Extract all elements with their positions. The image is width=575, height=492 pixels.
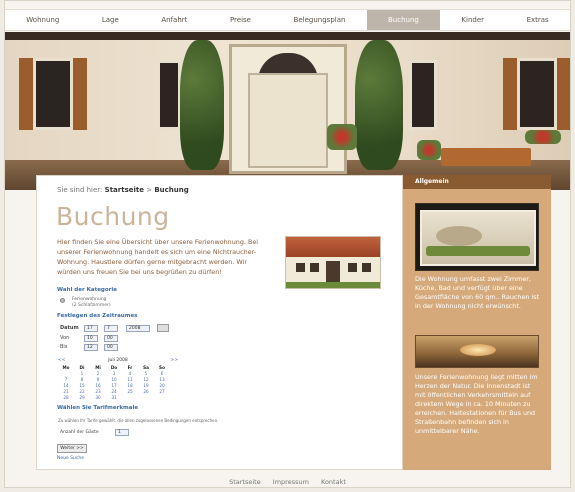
calendar-day[interactable]: 22 [74, 389, 90, 394]
calendar-day[interactable]: 23 [90, 389, 106, 394]
nav-item-buchung[interactable]: Buchung [366, 10, 441, 30]
calendar-day-header: So [159, 365, 165, 370]
from-minute-select[interactable]: 00 [104, 335, 118, 342]
date-day-select[interactable]: 17 [84, 325, 98, 332]
period-heading: Festlegen des Zeitraumes [57, 313, 138, 319]
to-label: Bis [60, 344, 68, 350]
tariff-heading: Wählen Sie Tarifmerkmale [57, 405, 139, 411]
sidebar-text-2: Unsere Ferienwohnung liegt mitten im Her… [415, 373, 538, 435]
reset-link[interactable]: Neue Suche [57, 456, 84, 461]
calendar-day[interactable]: 8 [74, 377, 90, 382]
calendar-day[interactable]: 15 [74, 383, 90, 388]
calendar-prev-link[interactable]: << [58, 358, 66, 363]
main-nav: Wohnung Lage Anfahrt Preise Belegungspla… [5, 9, 570, 31]
calendar-day[interactable]: 13 [154, 377, 170, 382]
nav-item-belegungsplan[interactable]: Belegungsplan [272, 10, 366, 30]
calendar-day[interactable]: 14 [58, 383, 74, 388]
calendar-day[interactable]: 17 [106, 383, 122, 388]
calendar-button[interactable] [157, 324, 169, 332]
calendar-day[interactable]: 31 [106, 395, 122, 400]
calendar-day[interactable]: 1 [74, 371, 90, 376]
weiter-button[interactable]: Weiter >> [57, 444, 87, 453]
guests-label: Anzahl der Gäste [60, 430, 99, 435]
calendar-day[interactable]: 25 [122, 389, 138, 394]
category-option-line1: Ferienwohnung [72, 297, 107, 302]
calendar-day-header: Sa [143, 365, 149, 370]
calendar-day[interactable]: 27 [154, 389, 170, 394]
calendar-next-link[interactable]: >> [170, 358, 178, 363]
calendar-day[interactable]: 26 [138, 389, 154, 394]
calendar-day[interactable]: 5 [138, 371, 154, 376]
from-hour-select[interactable]: 10 [84, 335, 98, 342]
guests-select[interactable]: 1 [115, 429, 129, 436]
calendar-day-header: Do [110, 365, 118, 370]
calendar-day-header: Di [79, 365, 85, 370]
calendar-day[interactable]: 19 [138, 383, 154, 388]
house-thumbnail [285, 236, 381, 289]
calendar-day[interactable]: 30 [90, 395, 106, 400]
calendar-day[interactable]: 2 [90, 371, 106, 376]
calendar: << Juli 2008 >> Mo Di Mi Do Fr Sa So 1 2 3 4 5 6 7 8 9 1… [58, 358, 178, 400]
nav-item-preise[interactable]: Preise [209, 10, 273, 30]
calendar-month-label: Juli 2008 [108, 358, 128, 363]
nav-item-kinder[interactable]: Kinder [440, 10, 505, 30]
to-hour-select[interactable]: 12 [84, 344, 98, 351]
sidebar: Allgemein Die Wohnung umfasst zwei Zimme… [403, 175, 551, 470]
calendar-day[interactable]: 7 [58, 377, 74, 382]
calendar-day[interactable]: 28 [58, 395, 74, 400]
sidebar-text-1: Die Wohnung umfasst zwei Zimmer, Küche, … [415, 275, 540, 310]
calendar-day[interactable]: 6 [154, 371, 170, 376]
content-panel: Sie sind hier: Startseite > Buchung Buch… [36, 175, 403, 470]
calendar-day[interactable]: 20 [154, 383, 170, 388]
to-minute-select[interactable]: 00 [104, 344, 118, 351]
calendar-day[interactable]: 4 [122, 371, 138, 376]
footer-link-kontakt[interactable]: Kontakt [321, 478, 346, 486]
calendar-day-header: Mi [95, 365, 101, 370]
breadcrumb-current: Buchung [154, 186, 189, 194]
intro-text: Hier finden Sie eine Übersicht über unse… [57, 238, 259, 276]
calendar-day [122, 395, 138, 400]
category-option-line2: (2 Schlafzimmer) [72, 303, 111, 308]
category-heading: Wahl der Kategorie [57, 287, 117, 293]
breadcrumb-prefix: Sie sind hier: [57, 186, 103, 194]
sidebar-heading: Allgemein [403, 175, 551, 189]
calendar-grid: Mo Di Mi Do Fr Sa So 1 2 3 4 5 6 7 8 9 10 11 12 13 14 15 16 17 1… [58, 365, 178, 400]
calendar-day[interactable]: 3 [106, 371, 122, 376]
hero-image [5, 32, 570, 190]
calendar-day[interactable]: 18 [122, 383, 138, 388]
calendar-day[interactable]: 10 [106, 377, 122, 382]
page-title: Buchung [56, 202, 170, 231]
calendar-day[interactable]: 16 [90, 383, 106, 388]
calendar-day [154, 395, 170, 400]
calendar-day-header: Mo [62, 365, 70, 370]
window-flowers-image [415, 203, 539, 271]
nav-item-extras[interactable]: Extras [505, 10, 570, 30]
calendar-header: << Juli 2008 >> [58, 358, 178, 363]
calendar-day [138, 395, 154, 400]
footer-link-startseite[interactable]: Startseite [229, 478, 261, 486]
nature-path-image [415, 335, 539, 368]
footer-link-impressum[interactable]: Impressum [273, 478, 309, 486]
breadcrumb-home-link[interactable]: Startseite [105, 186, 144, 194]
breadcrumb: Sie sind hier: Startseite > Buchung [57, 186, 189, 194]
calendar-day[interactable]: 24 [106, 389, 122, 394]
calendar-day-header: Fr [127, 365, 133, 370]
footer: Startseite Impressum Kontakt [0, 478, 575, 486]
calendar-day[interactable]: 12 [138, 377, 154, 382]
date-label: Datum [60, 325, 79, 331]
calendar-day[interactable]: 21 [58, 389, 74, 394]
calendar-day[interactable]: 11 [122, 377, 138, 382]
date-month-select[interactable]: 7 [104, 325, 118, 332]
nav-item-anfahrt[interactable]: Anfahrt [140, 10, 209, 30]
tariff-note: Zu wählen Ihr Tarife gewählt, die allen … [58, 418, 219, 423]
nav-item-lage[interactable]: Lage [81, 10, 141, 30]
calendar-day [58, 371, 74, 376]
calendar-day[interactable]: 29 [74, 395, 90, 400]
nav-item-wohnung[interactable]: Wohnung [5, 10, 81, 30]
calendar-day[interactable]: 9 [90, 377, 106, 382]
breadcrumb-separator: > [146, 186, 153, 194]
date-year-select[interactable]: 2008 [126, 325, 150, 332]
from-label: Von [60, 335, 70, 341]
category-radio[interactable] [60, 298, 65, 303]
